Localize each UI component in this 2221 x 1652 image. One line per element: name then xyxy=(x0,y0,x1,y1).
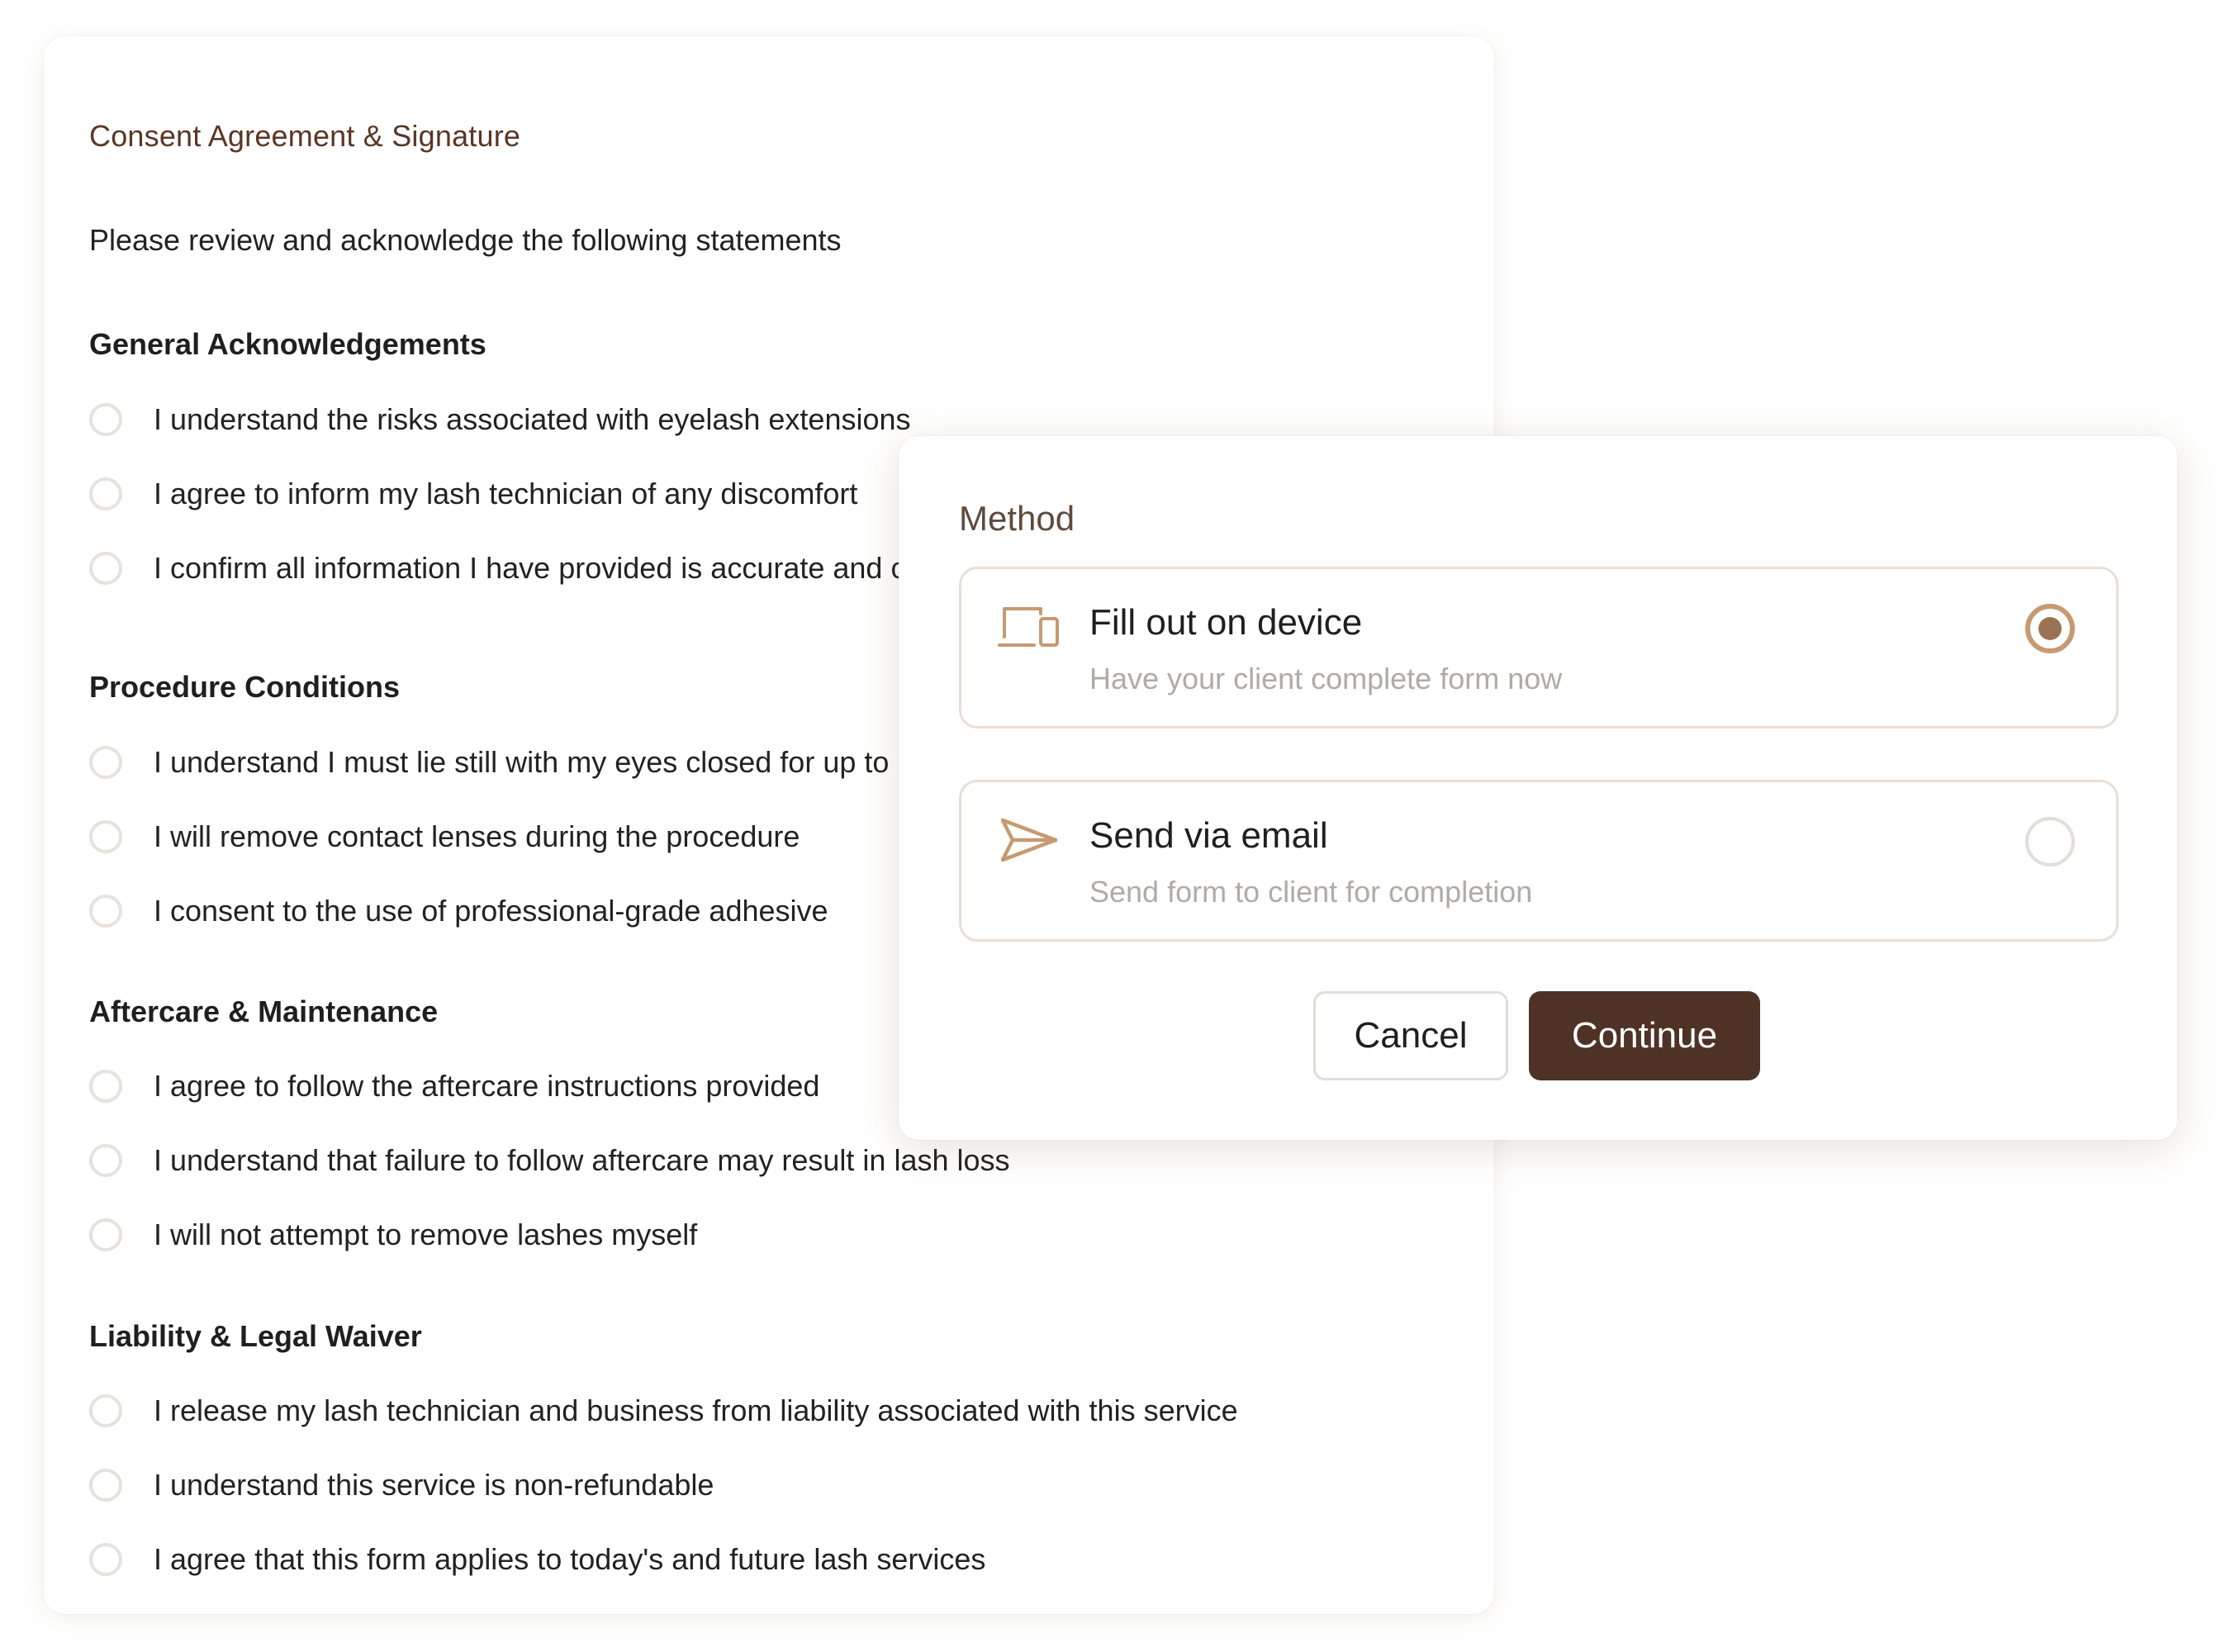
option-subtitle: Send form to client for completion xyxy=(1089,875,1533,909)
cancel-button[interactable]: Cancel xyxy=(1313,991,1508,1080)
section-title-liability: Liability & Legal Waiver xyxy=(89,1319,422,1353)
statement-label: I will remove contact lenses during the … xyxy=(154,819,800,853)
statement-label: I agree to inform my lash technician of … xyxy=(154,477,858,510)
acknowledge-radio[interactable] xyxy=(89,1394,122,1427)
list-item[interactable]: I consent to the use of professional-gra… xyxy=(89,874,996,948)
statement-label: I agree to follow the aftercare instruct… xyxy=(154,1069,820,1103)
section-list-liability: I release my lash technician and busines… xyxy=(89,1374,1238,1597)
option-radio[interactable] xyxy=(2025,817,2075,866)
section-title-procedure: Procedure Conditions xyxy=(89,670,401,704)
list-item[interactable]: I confirm all information I have provide… xyxy=(89,531,1012,605)
section-title-aftercare: Aftercare & Maintenance xyxy=(89,995,439,1028)
acknowledge-radio[interactable] xyxy=(89,895,122,928)
section-list-general: I understand the risks associated with e… xyxy=(89,382,1012,605)
list-item[interactable]: I agree to inform my lash technician of … xyxy=(89,457,1012,531)
acknowledge-radio[interactable] xyxy=(89,746,122,779)
list-item[interactable]: I agree that this form applies to today'… xyxy=(89,1522,1238,1597)
acknowledge-radio[interactable] xyxy=(89,1469,122,1502)
list-item[interactable]: I agree to follow the aftercare instruct… xyxy=(89,1049,1010,1123)
statement-label: I consent to the use of professional-gra… xyxy=(154,894,828,928)
acknowledge-radio[interactable] xyxy=(89,477,122,510)
acknowledge-radio[interactable] xyxy=(89,820,122,853)
method-dialog: Method Fill out on device Have your clie… xyxy=(899,436,2177,1140)
list-item[interactable]: I will not attempt to remove lashes myse… xyxy=(89,1198,1010,1272)
acknowledge-radio[interactable] xyxy=(89,1543,122,1576)
send-icon xyxy=(1000,818,1058,862)
list-item[interactable]: I understand that failure to follow afte… xyxy=(89,1123,1010,1198)
statement-label: I understand that failure to follow afte… xyxy=(154,1143,1010,1177)
statement-label: I release my lash technician and busines… xyxy=(154,1393,1238,1427)
statement-label: I understand I must lie still with my ey… xyxy=(154,745,997,779)
option-title: Send via email xyxy=(1089,815,1328,856)
list-item[interactable]: I understand the risks associated with e… xyxy=(89,382,1012,457)
acknowledge-radio[interactable] xyxy=(89,403,122,436)
option-title: Fill out on device xyxy=(1089,602,1363,643)
section-list-aftercare: I agree to follow the aftercare instruct… xyxy=(89,1049,1010,1272)
card-title: Consent Agreement & Signature xyxy=(89,119,521,153)
section-title-general: General Acknowledgements xyxy=(89,327,486,361)
method-label: Method xyxy=(959,499,1075,538)
option-subtitle: Have your client complete form now xyxy=(1089,662,1563,695)
acknowledge-radio[interactable] xyxy=(89,1070,122,1103)
statement-label: I confirm all information I have provide… xyxy=(154,551,1012,585)
acknowledge-radio[interactable] xyxy=(89,1218,122,1251)
list-item[interactable]: I will remove contact lenses during the … xyxy=(89,800,996,874)
list-item[interactable]: I understand I must lie still with my ey… xyxy=(89,725,996,800)
statement-label: I will not attempt to remove lashes myse… xyxy=(154,1218,698,1251)
card-intro: Please review and acknowledge the follow… xyxy=(89,223,842,257)
section-list-procedure: I understand I must lie still with my ey… xyxy=(89,725,996,948)
continue-button[interactable]: Continue xyxy=(1529,991,1760,1080)
statement-label: I agree that this form applies to today'… xyxy=(154,1542,986,1576)
acknowledge-radio[interactable] xyxy=(89,552,122,585)
list-item[interactable]: I understand this service is non-refunda… xyxy=(89,1448,1238,1522)
statement-label: I understand the risks associated with e… xyxy=(154,402,911,436)
option-fill-on-device[interactable]: Fill out on device Have your client comp… xyxy=(959,567,2119,729)
acknowledge-radio[interactable] xyxy=(89,1144,122,1177)
option-send-via-email[interactable]: Send via email Send form to client for c… xyxy=(959,780,2119,942)
devices-icon xyxy=(998,607,1059,647)
statement-label: I understand this service is non-refunda… xyxy=(154,1468,714,1502)
option-radio-selected[interactable] xyxy=(2025,604,2075,653)
list-item[interactable]: I release my lash technician and busines… xyxy=(89,1374,1238,1448)
